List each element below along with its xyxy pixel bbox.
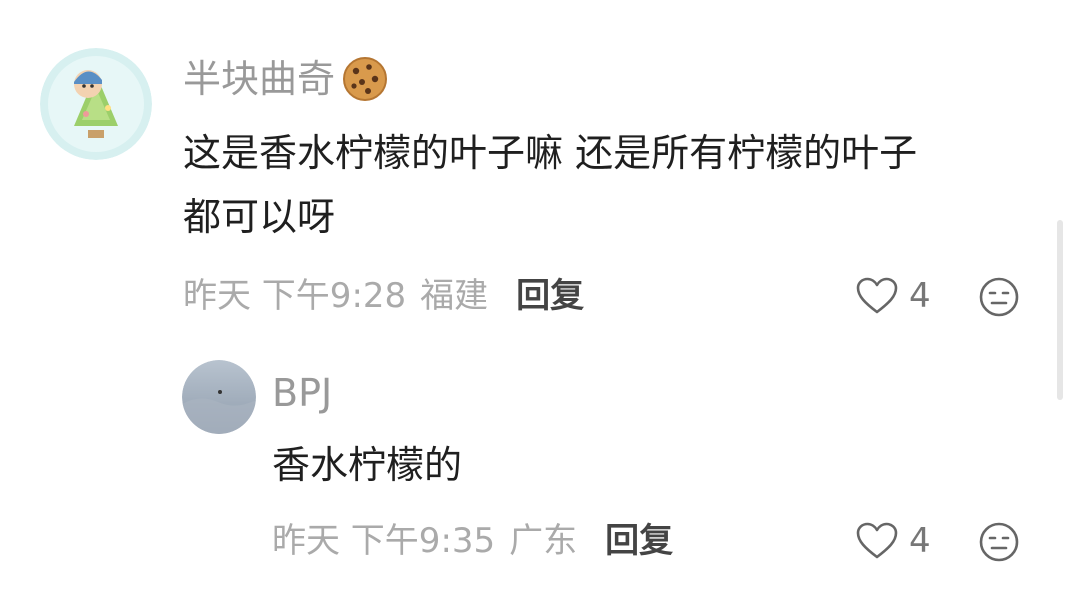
comment-meta: 昨天 下午9:35 广东 回复 bbox=[272, 519, 673, 563]
dislike-icon[interactable] bbox=[978, 521, 1020, 563]
cookie-icon bbox=[343, 57, 388, 101]
avatar[interactable] bbox=[182, 360, 256, 434]
reply-button[interactable]: 回复 bbox=[605, 519, 673, 563]
heart-icon bbox=[856, 522, 898, 559]
reply-button[interactable]: 回复 bbox=[516, 274, 584, 318]
like-count: 4 bbox=[909, 276, 931, 316]
comment-location: 福建 bbox=[420, 276, 489, 316]
avatar-image bbox=[40, 48, 152, 160]
username-text: 半块曲奇 bbox=[183, 57, 336, 101]
like-button[interactable]: 4 bbox=[855, 274, 931, 318]
comment-text-line: 都可以呀 bbox=[183, 195, 336, 239]
comment-text-line: 这是香水柠檬的叶子嘛 还是所有柠檬的叶子 bbox=[183, 131, 918, 175]
comment-text: 这是香水柠檬的叶子嘛 还是所有柠檬的叶子 都可以呀 bbox=[183, 126, 1043, 244]
scrollbar[interactable] bbox=[1057, 220, 1063, 400]
comment-time: 昨天 下午9:28 bbox=[183, 276, 407, 316]
username[interactable]: BPJ bbox=[272, 370, 332, 416]
comment-location: 广东 bbox=[509, 521, 578, 561]
avatar-image bbox=[182, 360, 256, 434]
heart-icon bbox=[856, 277, 898, 314]
comment-time: 昨天 下午9:35 bbox=[272, 521, 496, 561]
like-button[interactable]: 4 bbox=[855, 519, 931, 563]
username[interactable]: 半块曲奇 bbox=[183, 55, 389, 103]
avatar[interactable] bbox=[40, 48, 152, 160]
comment-text: 香水柠檬的 bbox=[272, 438, 462, 492]
username-text: BPJ bbox=[272, 371, 333, 415]
dislike-icon[interactable] bbox=[978, 276, 1020, 318]
like-count: 4 bbox=[909, 521, 931, 561]
comment-text-line: 香水柠檬的 bbox=[272, 443, 463, 487]
comment-meta: 昨天 下午9:28 福建 回复 bbox=[183, 274, 584, 318]
